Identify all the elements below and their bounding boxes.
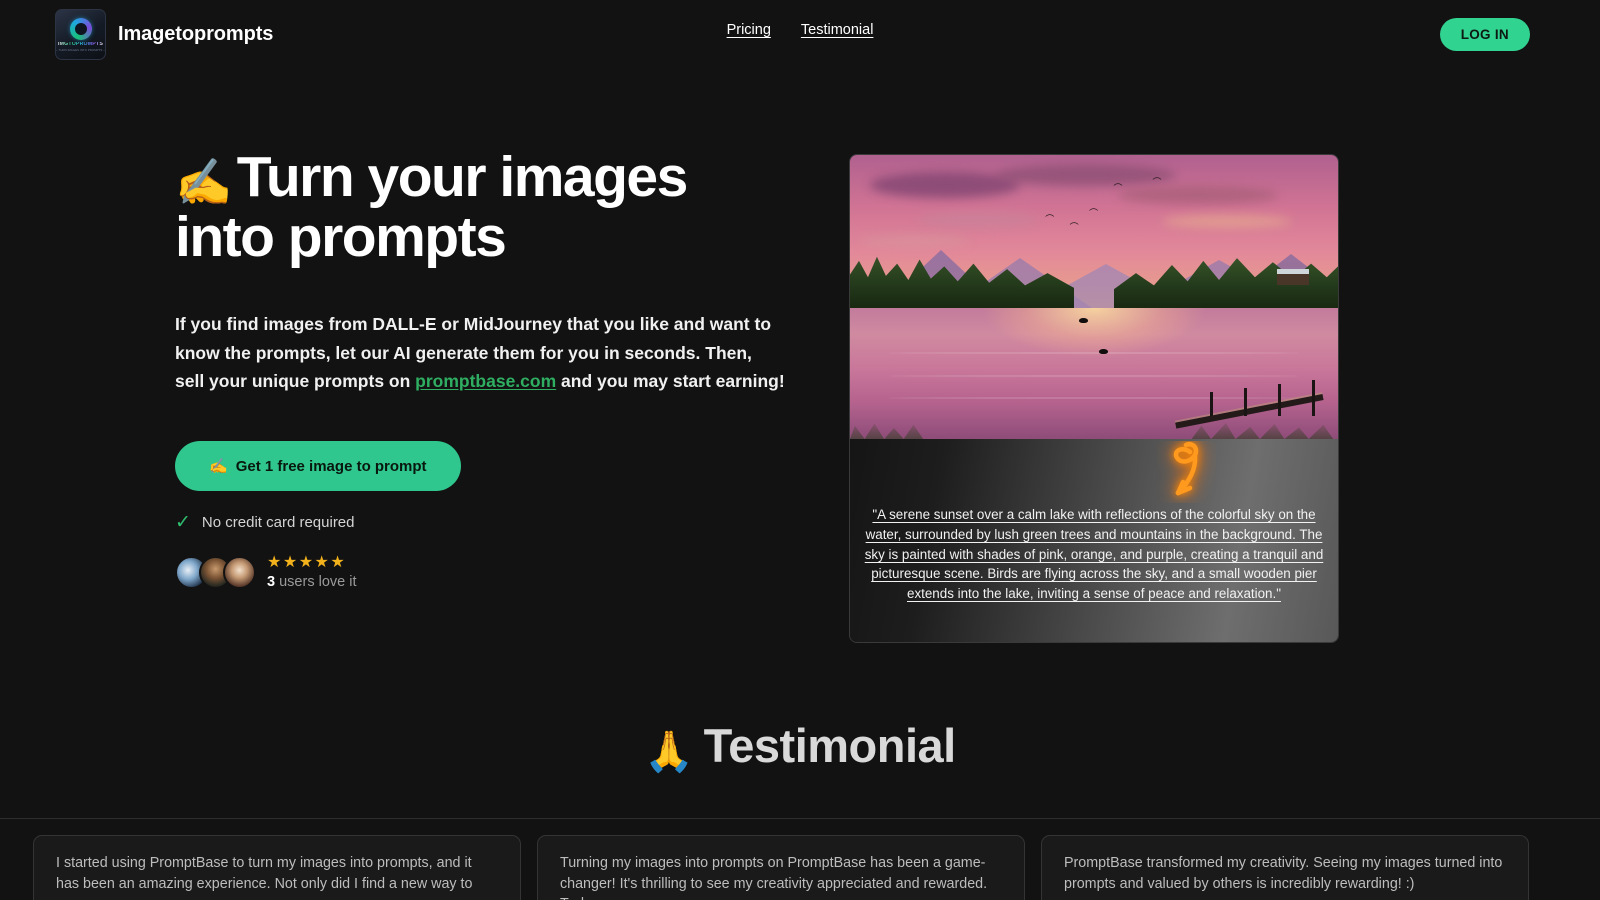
users-love-it-label: 3 users love it — [267, 574, 356, 590]
page-title: ✍️ Turn your images into prompts — [175, 145, 795, 269]
hero-preview-card: ︵ ︵ ︵ ︵ ︵ "A serene sunset over a calm l… — [849, 154, 1339, 643]
hero-description: If you find images from DALL-E or MidJou… — [175, 310, 785, 397]
testimonial-heading-label: Testimonial — [703, 719, 957, 772]
testimonial-heading: 🙏 Testimonial — [0, 718, 1600, 775]
bird-icon: ︵ — [1113, 176, 1123, 187]
pier-post — [1278, 384, 1282, 417]
cloud-shape — [996, 163, 1177, 186]
user-count: 3 — [267, 573, 276, 590]
neon-arrow-icon — [1173, 442, 1199, 496]
testimonial-card-list: I started using PromptBase to turn my im… — [33, 835, 1529, 900]
pier-post — [1210, 392, 1214, 417]
testimonial-card: Turning my images into prompts on Prompt… — [537, 835, 1025, 900]
testimonial-card: PromptBase transformed my creativity. Se… — [1041, 835, 1529, 900]
prompt-pane: "A serene sunset over a calm lake with r… — [850, 439, 1338, 642]
page-root: IMGTOPROMPTS ~ TURN IMAGES INTO PROMPTS … — [0, 0, 1600, 900]
bird-icon: ︵ — [1045, 207, 1055, 218]
nav-item-testimonial[interactable]: Testimonial — [801, 22, 874, 38]
cloud-shape — [1162, 214, 1293, 228]
cloud-shape — [918, 211, 1039, 228]
folded-hands-icon: 🙏 — [644, 730, 694, 774]
ripple-line — [889, 351, 1299, 354]
cta-label: Get 1 free image to prompt — [235, 457, 427, 475]
rating-block: ★★★★★ 3 users love it — [267, 554, 356, 590]
wooden-pier — [1173, 372, 1324, 429]
social-proof: ★★★★★ 3 users love it — [175, 554, 795, 590]
promptbase-link[interactable]: promptbase.com — [415, 371, 556, 391]
writing-hand-icon: ✍️ — [209, 458, 228, 476]
generated-prompt-text[interactable]: "A serene sunset over a calm lake with r… — [862, 505, 1326, 604]
no-credit-card-note: ✓ No credit card required — [175, 513, 795, 532]
testimonial-card: I started using PromptBase to turn my im… — [33, 835, 521, 900]
writing-hand-icon: ✍️ — [175, 156, 232, 208]
pier-post — [1244, 388, 1248, 417]
pier-post — [1312, 380, 1316, 417]
logo-tagline: ~ TURN IMAGES INTO PROMPTS ~ — [56, 47, 106, 52]
bird-icon: ︵ — [1089, 202, 1099, 213]
duck-shape — [1079, 317, 1089, 323]
duck-shape — [1098, 348, 1108, 354]
brand[interactable]: IMGTOPROMPTS ~ TURN IMAGES INTO PROMPTS … — [55, 9, 273, 60]
users-love-it-text: users love it — [279, 573, 357, 590]
headline-line-1: Turn your images — [236, 145, 689, 209]
headline-line-2: into prompts — [175, 204, 507, 269]
app-logo-icon: IMGTOPROMPTS ~ TURN IMAGES INTO PROMPTS … — [55, 9, 106, 60]
avatar-group — [175, 555, 256, 589]
site-header: IMGTOPROMPTS ~ TURN IMAGES INTO PROMPTS … — [0, 0, 1600, 68]
star-rating-icon: ★★★★★ — [267, 554, 347, 572]
hero-description-part-2: and you may start earning! — [556, 371, 785, 392]
bird-icon: ︵ — [1069, 216, 1079, 227]
avatar — [223, 555, 256, 589]
nav-item-pricing[interactable]: Pricing — [727, 22, 771, 38]
sunset-lake-image: ︵ ︵ ︵ ︵ ︵ — [850, 155, 1338, 439]
bird-icon: ︵ — [1152, 171, 1162, 182]
section-divider — [0, 818, 1600, 819]
hero-copy: ✍️ Turn your images into prompts If you f… — [175, 145, 795, 590]
no-credit-card-label: No credit card required — [201, 514, 355, 532]
logo-ring-icon — [69, 17, 92, 40]
login-button[interactable]: LOG IN — [1439, 18, 1530, 51]
cloud-shape — [859, 234, 970, 247]
logo-wordmark: IMGTOPROMPTS — [58, 40, 103, 47]
main-nav: Pricing Testimonial — [727, 22, 874, 38]
get-free-image-button[interactable]: ✍️ Get 1 free image to prompt — [175, 441, 461, 492]
cabin-shape — [1276, 268, 1309, 285]
brand-name: Imagetoprompts — [118, 23, 274, 45]
check-icon: ✓ — [175, 512, 191, 534]
